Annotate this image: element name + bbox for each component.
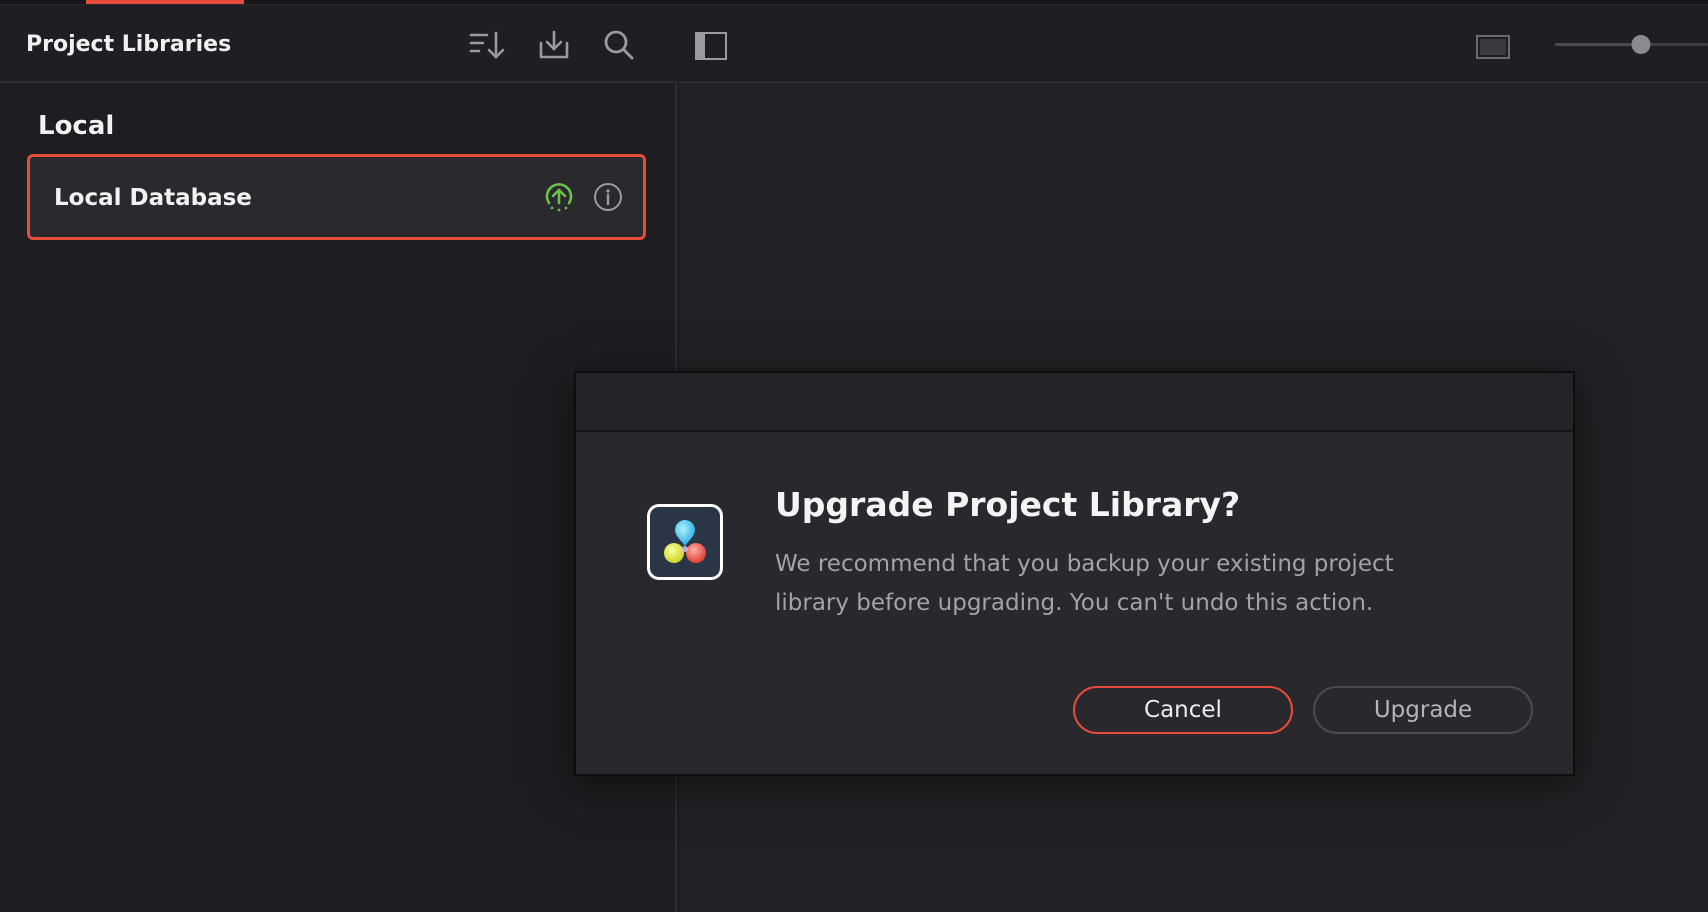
upgrade-library-dialog: Upgrade Project Library? We recommend th… (574, 371, 1575, 776)
upgrade-button[interactable]: Upgrade (1313, 686, 1533, 734)
active-tab-indicator (86, 0, 244, 4)
davinci-resolve-logo-icon (647, 504, 723, 580)
sort-icon[interactable] (469, 27, 505, 63)
search-icon[interactable] (601, 27, 637, 63)
dialog-message: We recommend that you backup your existi… (775, 551, 1394, 616)
panel-title: Project Libraries (26, 32, 232, 57)
import-icon[interactable] (536, 27, 572, 63)
dialog-title: Upgrade Project Library? (775, 485, 1241, 524)
project-libraries-header: Project Libraries (0, 5, 677, 83)
zoom-slider-thumb[interactable] (1631, 35, 1651, 54)
dialog-titlebar[interactable] (576, 373, 1573, 432)
info-icon[interactable] (592, 181, 624, 213)
section-label-local: Local (38, 111, 115, 141)
library-item-label: Local Database (54, 185, 252, 211)
zoom-slider[interactable] (1555, 35, 1708, 54)
cancel-button[interactable]: Cancel (1073, 686, 1293, 734)
projects-view-header (679, 5, 1708, 83)
library-item-local-database[interactable]: Local Database (27, 154, 646, 240)
zoom-slider-fill (1555, 43, 1641, 46)
sidebar-toggle-icon[interactable] (693, 29, 729, 63)
cloud-upload-icon[interactable] (543, 181, 575, 213)
view-mode-icon[interactable] (1473, 29, 1513, 63)
